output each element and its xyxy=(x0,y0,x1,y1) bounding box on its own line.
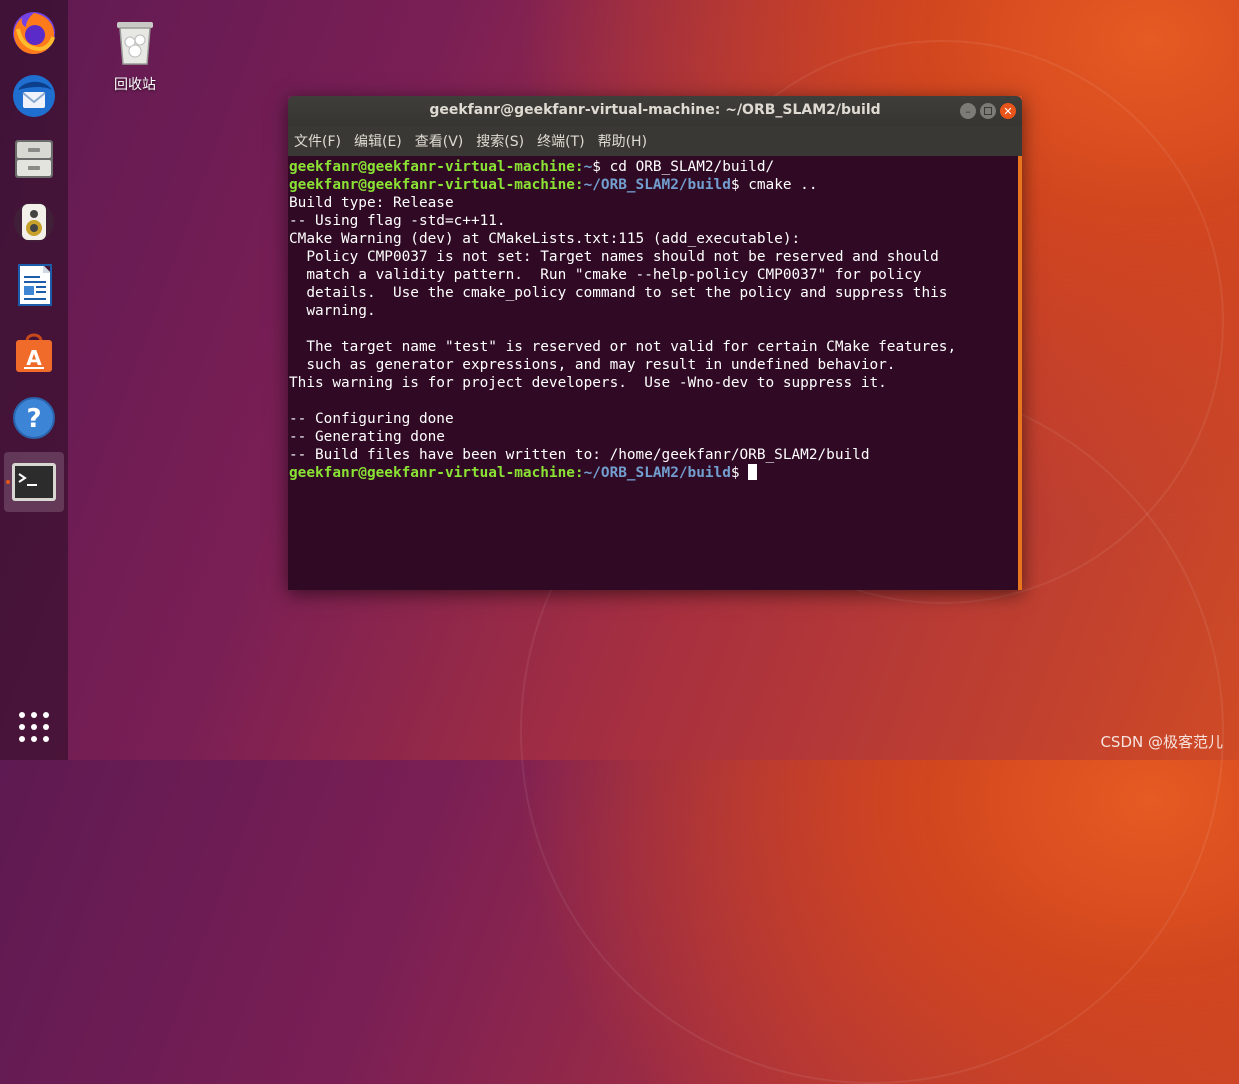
terminal-line: -- Using flag -std=c++11. xyxy=(289,212,956,230)
output-text: details. Use the cmake_policy command to… xyxy=(289,285,948,301)
dock-item-ubuntu-software[interactable]: A xyxy=(4,322,64,382)
svg-text:?: ? xyxy=(26,404,41,434)
speaker-icon xyxy=(14,202,54,242)
output-text: -- Build files have been written to: /ho… xyxy=(289,447,870,463)
running-indicator xyxy=(6,480,10,484)
prompt-path: ~/ORB_SLAM2/build xyxy=(583,177,731,193)
terminal-line: -- Build files have been written to: /ho… xyxy=(289,446,956,464)
terminal-line: Build type: Release xyxy=(289,194,956,212)
output-text: Policy CMP0037 is not set: Target names … xyxy=(289,249,939,265)
terminal-line: details. Use the cmake_policy command to… xyxy=(289,284,956,302)
output-text: The target name "test" is reserved or no… xyxy=(289,339,957,355)
dock: A ? xyxy=(0,0,68,760)
software-bag-icon: A xyxy=(16,333,52,372)
menu-file[interactable]: 文件(F) xyxy=(294,131,341,151)
terminal-line: warning. xyxy=(289,302,956,320)
terminal-icon xyxy=(12,463,56,501)
dock-item-files[interactable] xyxy=(4,129,64,189)
maximize-button[interactable] xyxy=(980,103,996,119)
terminal-line: Policy CMP0037 is not set: Target names … xyxy=(289,248,956,266)
prompt-user: geekfanr@geekfanr-virtual-machine: xyxy=(289,465,584,481)
prompt-user: geekfanr@geekfanr-virtual-machine: xyxy=(289,177,584,193)
dock-item-help[interactable]: ? xyxy=(4,388,64,448)
output-text: -- Configuring done xyxy=(289,411,454,427)
command-text: $ xyxy=(730,465,749,481)
prompt-user: geekfanr@geekfanr-virtual-machine: xyxy=(289,159,584,175)
dock-item-terminal[interactable] xyxy=(4,452,64,512)
menu-terminal[interactable]: 终端(T) xyxy=(537,131,584,151)
watermark: CSDN @极客范儿 xyxy=(1100,733,1223,751)
output-text: This warning is for project developers. … xyxy=(289,375,887,391)
terminal-line: match a validity pattern. Run "cmake --h… xyxy=(289,266,956,284)
command-text: $ cmake .. xyxy=(730,177,818,193)
terminal-line: -- Configuring done xyxy=(289,410,956,428)
terminal-output: geekfanr@geekfanr-virtual-machine:~$ cd … xyxy=(289,158,956,482)
help-icon: ? xyxy=(13,397,55,439)
terminal-line xyxy=(289,320,956,338)
terminal-scrollbar[interactable] xyxy=(1018,156,1022,590)
terminal-line: This warning is for project developers. … xyxy=(289,374,956,392)
dock-item-writer[interactable] xyxy=(4,255,64,315)
output-text: Build type: Release xyxy=(289,195,454,211)
terminal-line: geekfanr@geekfanr-virtual-machine:~$ cd … xyxy=(289,158,956,176)
window-title: geekfanr@geekfanr-virtual-machine: ~/ORB… xyxy=(429,102,881,118)
close-button[interactable]: ✕ xyxy=(1000,103,1016,119)
firefox-icon xyxy=(13,12,55,54)
terminal-line: geekfanr@geekfanr-virtual-machine:~/ORB_… xyxy=(289,176,956,194)
file-cabinet-icon xyxy=(15,140,53,178)
terminal-line xyxy=(289,392,956,410)
text-cursor xyxy=(748,464,758,480)
output-text: -- Generating done xyxy=(289,429,445,445)
minimize-button[interactable]: – xyxy=(960,103,976,119)
output-text: CMake Warning (dev) at CMakeLists.txt:11… xyxy=(289,231,801,247)
trash-icon xyxy=(117,22,153,65)
maximize-icon xyxy=(984,107,992,115)
thunderbird-icon xyxy=(13,75,55,117)
terminal-line: CMake Warning (dev) at CMakeLists.txt:11… xyxy=(289,230,956,248)
window-titlebar[interactable]: geekfanr@geekfanr-virtual-machine: ~/ORB… xyxy=(288,96,1022,126)
menu-help[interactable]: 帮助(H) xyxy=(598,131,647,151)
prompt-path: ~ xyxy=(583,159,593,175)
terminal-line: geekfanr@geekfanr-virtual-machine:~/ORB_… xyxy=(289,464,956,482)
terminal-line: -- Generating done xyxy=(289,428,956,446)
terminal-window[interactable]: geekfanr@geekfanr-virtual-machine: ~/ORB… xyxy=(288,96,1022,590)
terminal-line: The target name "test" is reserved or no… xyxy=(289,338,956,356)
menu-search[interactable]: 搜索(S) xyxy=(476,131,524,151)
prompt-path: ~/ORB_SLAM2/build xyxy=(583,465,731,481)
minimize-icon: – xyxy=(965,104,971,118)
output-text: match a validity pattern. Run "cmake --h… xyxy=(289,267,922,283)
menu-view[interactable]: 查看(V) xyxy=(415,131,464,151)
close-icon: ✕ xyxy=(1003,104,1013,118)
svg-text:A: A xyxy=(26,346,42,370)
terminal-screen[interactable]: geekfanr@geekfanr-virtual-machine:~$ cd … xyxy=(288,156,1018,590)
menu-bar: 文件(F) 编辑(E) 查看(V) 搜索(S) 终端(T) 帮助(H) xyxy=(288,126,1022,156)
output-text: -- Using flag -std=c++11. xyxy=(289,213,506,229)
menu-edit[interactable]: 编辑(E) xyxy=(354,131,402,151)
apps-grid-icon xyxy=(19,712,49,742)
dock-item-firefox[interactable] xyxy=(4,3,64,63)
writer-document-icon xyxy=(18,264,52,306)
command-text: $ cd ORB_SLAM2/build/ xyxy=(592,159,775,175)
show-applications-button[interactable] xyxy=(4,697,64,757)
desktop-trash[interactable]: 回收站 xyxy=(100,18,170,94)
trash-label: 回收站 xyxy=(114,77,156,93)
terminal-line: such as generator expressions, and may r… xyxy=(289,356,956,374)
output-text: warning. xyxy=(289,303,376,319)
dock-item-rhythmbox[interactable] xyxy=(4,192,64,252)
dock-item-thunderbird[interactable] xyxy=(4,66,64,126)
output-text: such as generator expressions, and may r… xyxy=(289,357,896,373)
